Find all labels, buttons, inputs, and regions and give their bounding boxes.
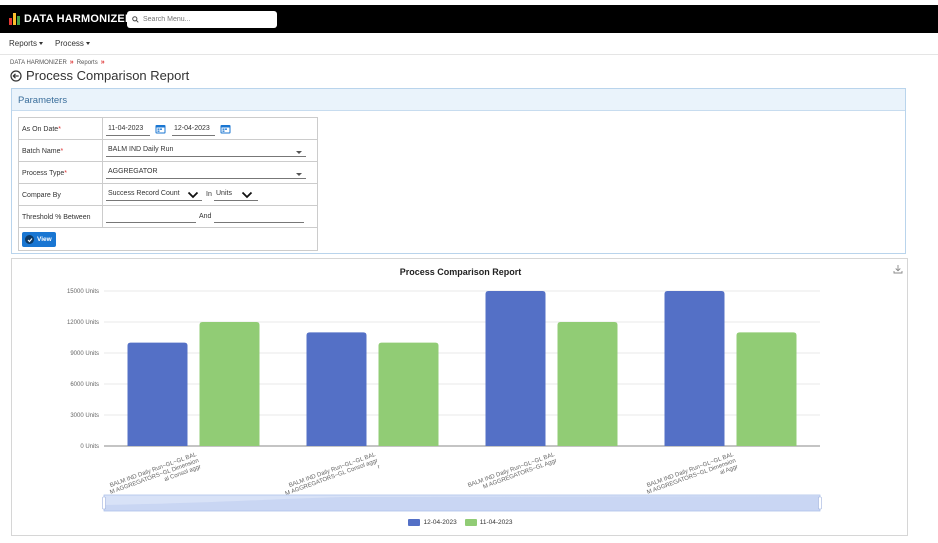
y-tick-label: 6000 Units [70, 382, 99, 388]
batch-name-value[interactable]: BALM IND Daily Run [106, 145, 306, 157]
view-button[interactable]: View [22, 232, 56, 247]
chevron-down-icon[interactable] [296, 151, 302, 154]
date-to-field[interactable]: 12-04-2023 [172, 124, 215, 136]
x-tick-label-line: M AGGREGATORS~GL Dimension [646, 458, 736, 496]
bar-chart: 0 Units 3000 Units 6000 Units 9000 Units 120… [67, 289, 822, 512]
zoom-handle-left[interactable] [102, 496, 106, 510]
chart-panel: Process Comparison Report 0 Units 3000 Un… [11, 258, 908, 536]
chevron-down-icon[interactable] [187, 191, 199, 199]
in-label: In [206, 191, 212, 198]
y-tick-label: 3000 Units [70, 413, 99, 419]
menu-reports[interactable]: Reports [9, 39, 44, 48]
batch-name-select[interactable]: BALM IND Daily Run [103, 140, 317, 161]
required-marker: * [64, 170, 68, 177]
compare-by-label: Compare By [19, 184, 103, 205]
top-navbar: DATA HARMONIZER [0, 5, 938, 33]
page-title: Process Comparison Report [26, 68, 190, 83]
process-type-select[interactable]: AGGREGATOR [103, 162, 317, 183]
x-tick-label-line: M AGGREGATORS~GL Consol aggr [285, 458, 379, 497]
y-tick-label: 12000 Units [67, 320, 99, 326]
x-tick-label: BALM IND Daily Run~GL~GL BALM AGGREGATOR… [467, 452, 558, 495]
row-threshold: Threshold % Between And [19, 206, 317, 228]
logo-bars-icon [9, 13, 20, 25]
parameters-table: As On Date* 11-04-2023 12-04-2023 Batch … [18, 117, 318, 251]
app-logo[interactable]: DATA HARMONIZER [9, 13, 133, 25]
page-header: Process Comparison Report [10, 68, 189, 83]
x-tick-label-line: r [377, 464, 381, 470]
parameters-panel: Parameters As On Date* 11-04-2023 12-04-… [11, 88, 906, 254]
parameters-header: Parameters [12, 89, 905, 111]
x-tick-label-line: BALM IND Daily Run~GL~GL BAL [288, 452, 377, 489]
breadcrumb-reports[interactable]: Reports [77, 60, 98, 66]
calendar-icon[interactable] [220, 124, 231, 134]
legend-item-series-2[interactable]: 11-04-2023 [464, 519, 513, 526]
chevron-down-icon [85, 42, 90, 45]
breadcrumb-separator-icon: » [100, 59, 105, 66]
y-tick-label: 9000 Units [70, 351, 99, 357]
process-type-label: Process Type [22, 170, 65, 177]
threshold-to-input[interactable] [214, 211, 304, 223]
chevron-down-icon [39, 42, 44, 45]
y-tick-label: 15000 Units [67, 289, 99, 295]
row-batch-name: Batch Name* BALM IND Daily Run [19, 140, 317, 162]
process-type-value[interactable]: AGGREGATOR [106, 167, 306, 179]
breadcrumb-separator-icon: » [69, 59, 74, 66]
as-on-date-label: As On Date [22, 126, 59, 133]
threshold-label: Threshold % Between [19, 206, 103, 227]
threshold-from-input[interactable] [106, 211, 196, 223]
x-tick-label-line: M AGGREGATORS~GL Dimension [109, 458, 199, 496]
calendar-icon[interactable] [155, 124, 166, 134]
data-zoom-slider[interactable] [102, 494, 822, 512]
breadcrumb-home[interactable]: DATA HARMONIZER [10, 60, 67, 66]
row-actions: View [19, 228, 317, 250]
chart-legend: 12-04-2023 11-04-2023 [12, 519, 909, 526]
and-label: And [199, 213, 212, 220]
row-process-type: Process Type* AGGREGATOR [19, 162, 317, 184]
y-tick-label: 0 Units [80, 444, 99, 450]
bar-series-2-1[interactable] [199, 322, 260, 446]
breadcrumb: DATA HARMONIZER » Reports » [10, 59, 105, 66]
check-icon [25, 235, 34, 244]
legend-swatch [464, 519, 477, 526]
search-input[interactable] [143, 16, 268, 23]
bar-series-2-2[interactable] [378, 342, 439, 446]
required-marker: * [60, 148, 64, 155]
back-arrow-icon[interactable] [10, 69, 22, 82]
search-box[interactable] [127, 11, 277, 28]
menu-process[interactable]: Process [55, 39, 90, 48]
app-name: DATA HARMONIZER [24, 13, 134, 25]
x-tick-label: BALM IND Daily Run~GL~GL BALM AGGREGATOR… [644, 452, 740, 502]
bar-series-1-1[interactable] [127, 342, 188, 446]
view-button-label: View [37, 236, 52, 243]
row-compare-by: Compare By Success Record Count In Units [19, 184, 317, 206]
batch-name-label: Batch Name [22, 148, 61, 155]
search-icon [132, 16, 139, 23]
date-from-field[interactable]: 11-04-2023 [106, 124, 150, 136]
x-tick-label: BALM IND Daily Run~GL~GL BALM AGGREGATOR… [107, 452, 203, 502]
bar-series-2-4[interactable] [736, 332, 797, 446]
x-tick-label-line: BALM IND Daily Run~GL~GL BAL [467, 452, 556, 489]
zoom-handle-right[interactable] [818, 496, 822, 510]
bar-series-1-4[interactable] [664, 291, 725, 446]
legend-swatch [408, 519, 421, 526]
menu-bar: Reports Process [0, 33, 938, 55]
required-marker: * [58, 126, 61, 133]
chevron-down-icon[interactable] [296, 173, 302, 176]
legend-item-series-1[interactable]: 12-04-2023 [408, 519, 457, 526]
row-as-on-date: As On Date* 11-04-2023 12-04-2023 [19, 118, 317, 140]
bar-series-1-2[interactable] [306, 332, 367, 446]
bar-series-1-3[interactable] [485, 291, 546, 446]
bar-series-2-3[interactable] [557, 322, 618, 446]
chevron-down-icon[interactable] [241, 191, 253, 199]
